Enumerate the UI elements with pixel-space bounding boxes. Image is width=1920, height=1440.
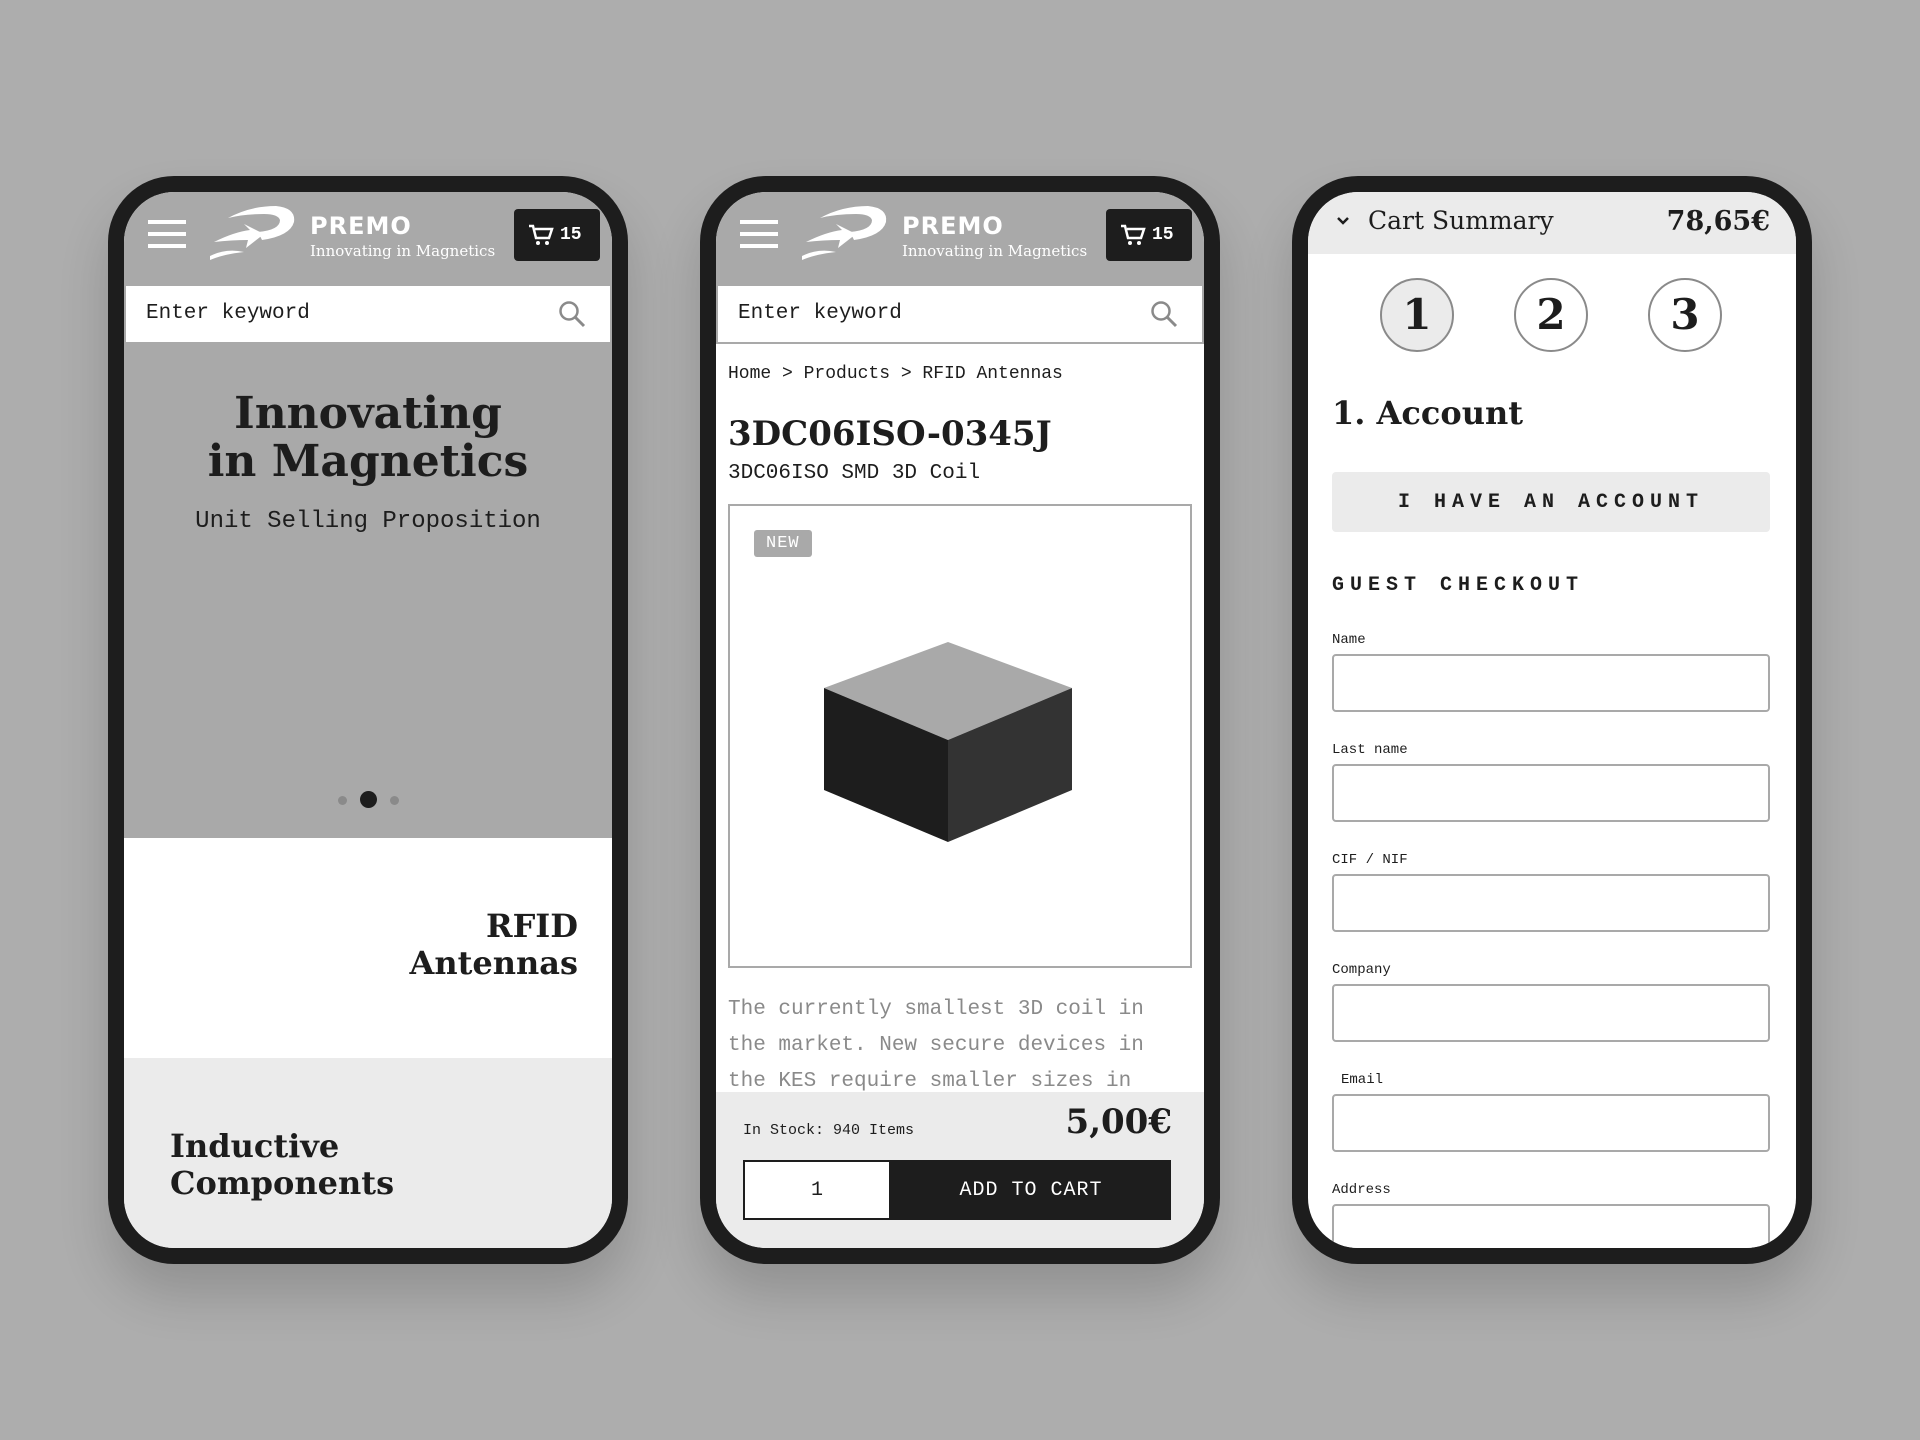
coil-cube-illustration	[824, 642, 1072, 842]
search-icon[interactable]	[1150, 300, 1178, 328]
carousel-dot-3[interactable]	[390, 796, 399, 805]
carousel-dots	[334, 790, 404, 810]
premo-logo-icon[interactable]	[210, 202, 298, 264]
product-screen: PREMO Innovating in Magnetics 15 Home > …	[716, 192, 1204, 1248]
cart-count: 15	[560, 225, 582, 245]
brand-tagline: Innovating in Magnetics	[310, 242, 496, 260]
hamburger-menu-icon[interactable]	[148, 220, 186, 248]
product-price: 5,00€	[1065, 1102, 1172, 1142]
cart-summary-total: 78,65€	[1666, 206, 1770, 237]
cart-summary-label: Cart Summary	[1368, 206, 1554, 235]
address-field[interactable]	[1332, 1204, 1770, 1248]
product-subtitle: 3DC06ISO SMD 3D Coil	[728, 462, 981, 485]
last-name-field[interactable]	[1332, 764, 1770, 822]
have-account-button[interactable]: I HAVE AN ACCOUNT	[1332, 472, 1770, 532]
product-title: 3DC06ISO-0345J	[728, 414, 1052, 454]
search-bar	[124, 284, 612, 344]
cart-count: 15	[1152, 225, 1174, 245]
phone-product: PREMO Innovating in Magnetics 15 Home > …	[700, 176, 1220, 1264]
search-input[interactable]	[146, 296, 526, 330]
header: PREMO Innovating in Magnetics 15	[716, 192, 1204, 286]
phone-checkout: Cart Summary 78,65€ 1 2 3 1. Account I H…	[1292, 176, 1812, 1264]
company-label: Company	[1332, 962, 1391, 978]
guest-checkout-title: GUEST CHECKOUT	[1332, 574, 1585, 597]
search-bar	[716, 284, 1204, 344]
cart-button[interactable]: 15	[514, 209, 600, 261]
brand-tagline: Innovating in Magnetics	[902, 242, 1088, 260]
carousel-dot-1[interactable]	[338, 796, 347, 805]
product-image[interactable]: NEW	[728, 504, 1192, 968]
hero-banner[interactable]: Innovating in Magnetics Unit Selling Pro…	[124, 342, 612, 838]
hamburger-menu-icon[interactable]	[740, 220, 778, 248]
brand-name: PREMO	[310, 212, 412, 240]
category-rfid-antennas[interactable]: RFID Antennas	[124, 838, 612, 1058]
cart-summary-bar[interactable]: Cart Summary 78,65€	[1308, 192, 1796, 254]
stock-status: In Stock: 940 Items	[743, 1122, 915, 1139]
name-field[interactable]	[1332, 654, 1770, 712]
step-3[interactable]: 3	[1648, 278, 1722, 352]
hero-subtitle: Unit Selling Proposition	[195, 508, 541, 535]
hero-title: Innovating in Magnetics	[124, 390, 612, 486]
home-screen: PREMO Innovating in Magnetics 15 Innovat…	[124, 192, 612, 1248]
new-badge: NEW	[754, 530, 812, 557]
search-icon[interactable]	[558, 300, 586, 328]
hero-title-line2: in Magnetics	[207, 436, 529, 487]
hero-title-line1: Innovating	[234, 388, 502, 439]
category-inductive-line2: Components	[170, 1164, 395, 1202]
step-1[interactable]: 1	[1380, 278, 1454, 352]
phone-home: PREMO Innovating in Magnetics 15 Innovat…	[108, 176, 628, 1264]
cif-nif-field[interactable]	[1332, 874, 1770, 932]
header: PREMO Innovating in Magnetics 15	[124, 192, 612, 286]
cart-icon	[529, 224, 554, 245]
add-to-cart-button[interactable]: ADD TO CART	[891, 1160, 1171, 1220]
cart-button[interactable]: 15	[1106, 209, 1192, 261]
category-inductive-components[interactable]: Inductive Components	[124, 1058, 612, 1248]
brand-name: PREMO	[902, 212, 1004, 240]
last-name-label: Last name	[1332, 742, 1408, 758]
email-field[interactable]	[1332, 1094, 1770, 1152]
quantity-input[interactable]	[743, 1160, 891, 1220]
search-input[interactable]	[738, 296, 1118, 330]
product-description: The currently smallest 3D coil in the ma…	[728, 998, 1144, 1093]
company-field[interactable]	[1332, 984, 1770, 1042]
checkout-screen: Cart Summary 78,65€ 1 2 3 1. Account I H…	[1308, 192, 1796, 1248]
category-inductive-line1: Inductive	[170, 1127, 340, 1165]
email-label: Email	[1341, 1072, 1384, 1088]
carousel-dot-2[interactable]	[360, 791, 377, 808]
category-rfid-line2: Antennas	[409, 944, 578, 982]
cif-nif-label: CIF / NIF	[1332, 852, 1408, 868]
category-rfid-line1: RFID	[485, 907, 578, 945]
cart-icon	[1121, 224, 1146, 245]
breadcrumb[interactable]: Home > Products > RFID Antennas	[728, 364, 1063, 384]
address-label: Address	[1332, 1182, 1391, 1198]
name-label: Name	[1332, 632, 1366, 648]
category-rfid-label: RFID Antennas	[409, 908, 578, 982]
step-2[interactable]: 2	[1514, 278, 1588, 352]
premo-logo-icon[interactable]	[802, 202, 890, 264]
account-section-title: 1. Account	[1332, 394, 1523, 432]
chevron-down-icon[interactable]	[1336, 216, 1350, 226]
category-inductive-label: Inductive Components	[170, 1128, 394, 1202]
buy-bar: In Stock: 940 Items 5,00€ ADD TO CART	[716, 1092, 1204, 1248]
